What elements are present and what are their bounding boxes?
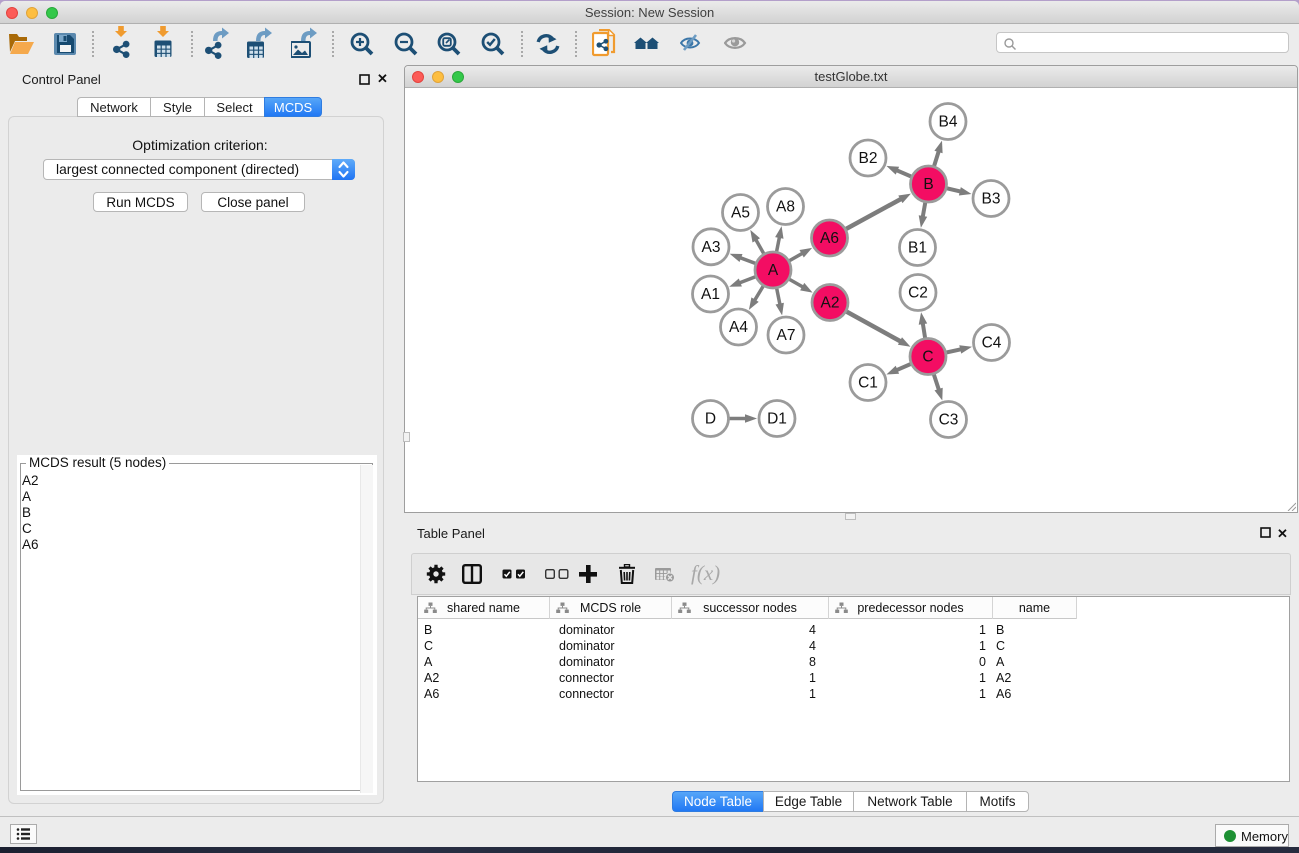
svg-text:B4: B4 <box>939 114 958 131</box>
svg-text:C2: C2 <box>908 285 928 302</box>
svg-text:B1: B1 <box>908 240 927 257</box>
svg-text:D1: D1 <box>767 411 787 428</box>
svg-text:C: C <box>922 349 933 366</box>
svg-text:C4: C4 <box>982 335 1002 352</box>
svg-text:A1: A1 <box>701 286 720 303</box>
svg-text:A3: A3 <box>702 239 721 256</box>
svg-text:A: A <box>768 262 779 279</box>
svg-text:B2: B2 <box>859 150 878 167</box>
svg-text:A7: A7 <box>777 327 796 344</box>
svg-text:A8: A8 <box>776 199 795 216</box>
svg-text:A5: A5 <box>731 205 750 222</box>
svg-text:C1: C1 <box>858 375 878 392</box>
svg-text:B: B <box>923 176 933 193</box>
svg-text:D: D <box>705 411 716 428</box>
svg-text:A6: A6 <box>820 230 839 247</box>
svg-text:B3: B3 <box>982 191 1001 208</box>
svg-text:A2: A2 <box>821 295 840 312</box>
svg-text:A4: A4 <box>729 319 748 336</box>
svg-text:C3: C3 <box>939 412 959 429</box>
